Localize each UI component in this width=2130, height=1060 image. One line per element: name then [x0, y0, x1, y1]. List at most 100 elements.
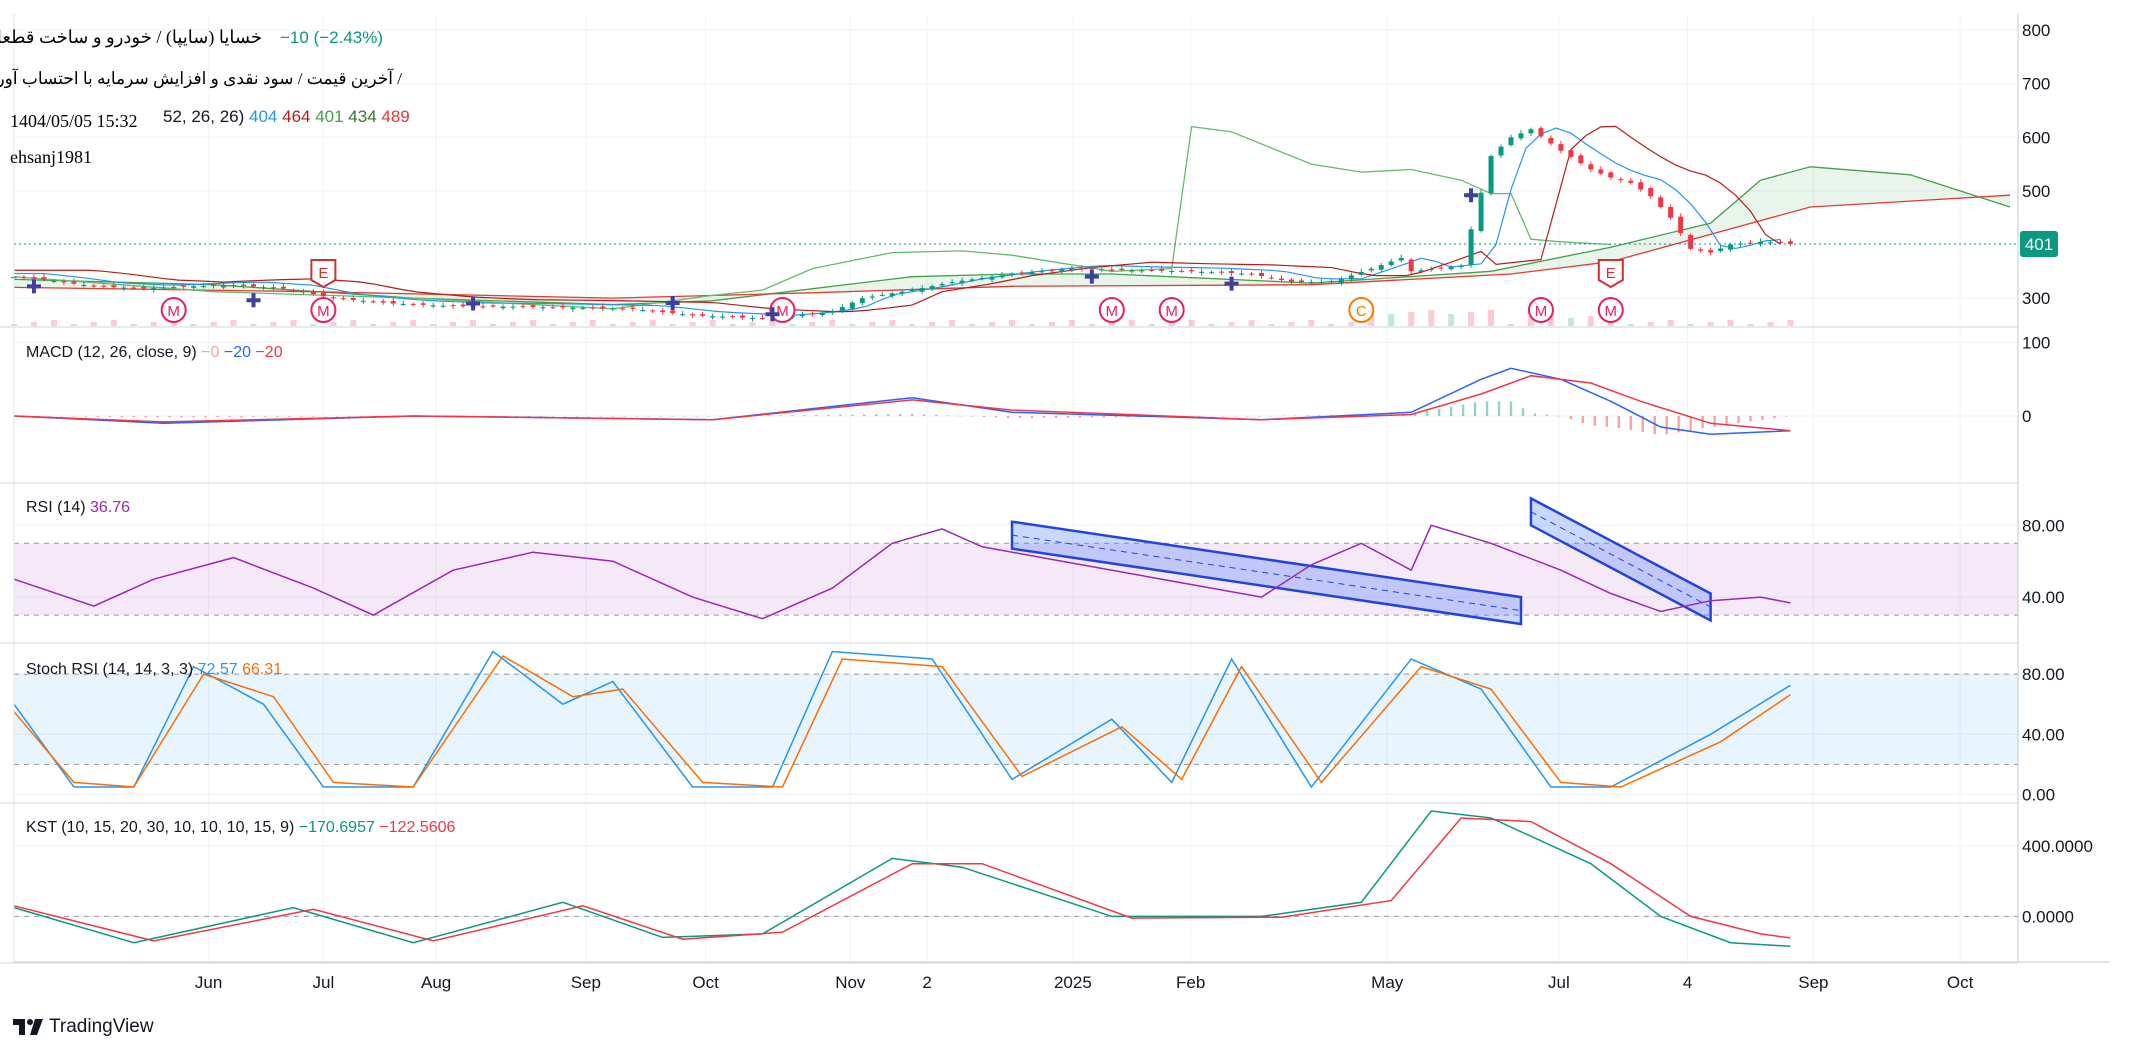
earnings-marker-label: E [1606, 265, 1616, 282]
volume-bar [450, 322, 457, 326]
candle-body [1119, 268, 1125, 270]
volume-bar [1727, 320, 1734, 326]
candle-body [430, 305, 436, 307]
macd-histogram-bar [719, 415, 722, 417]
volume-bar [1787, 320, 1794, 326]
candle-body [829, 311, 835, 313]
candle-body [1698, 249, 1704, 251]
volume-bar [1009, 320, 1015, 326]
macd-histogram-bar [180, 416, 183, 418]
candle-body [1288, 279, 1294, 283]
candle-body [999, 275, 1005, 278]
macd-histogram-bar [252, 416, 255, 417]
candle-body [1708, 250, 1714, 253]
price-change: −10 (−2.43%) [280, 28, 383, 47]
candle-body [1009, 274, 1015, 275]
legend-value: 72.57 [198, 661, 242, 678]
macd-histogram-bar [1078, 416, 1082, 418]
macd-histogram-bar [1557, 415, 1561, 417]
candle-body [1438, 267, 1444, 269]
macd-histogram-bar [839, 414, 842, 416]
volume-bar [1188, 320, 1195, 326]
candle-body [270, 287, 276, 289]
volume-bar [1468, 312, 1475, 326]
macd-histogram-bar [216, 416, 219, 418]
indicator-legend: RSI (14) 36.76 [26, 499, 130, 516]
candle-body [1129, 270, 1135, 272]
ichimoku-value: 404 [249, 107, 282, 126]
ichimoku-value: 464 [282, 107, 315, 126]
macd-histogram-bar [994, 416, 998, 418]
legend-value: −170.6957 [299, 819, 380, 836]
candle-body [1678, 216, 1684, 234]
macd-histogram-bar [1497, 401, 1501, 416]
macd-histogram-bar [336, 416, 339, 417]
candle-body [480, 306, 486, 308]
x-tick-label: Jul [1548, 973, 1570, 992]
candle-body [540, 307, 546, 309]
volume-bar [1687, 324, 1694, 326]
candle-body [1538, 128, 1544, 137]
macd-histogram-bar [539, 416, 543, 417]
volume-bar [1707, 322, 1714, 326]
candle-body [1219, 271, 1225, 273]
volume-bar [1248, 320, 1255, 326]
macd-histogram-bar [671, 416, 674, 417]
volume-bar [1627, 324, 1634, 326]
candle-body [1049, 270, 1055, 272]
x-tick-label: Jul [313, 973, 335, 992]
candle-body [41, 277, 47, 280]
volume-bar [290, 320, 297, 326]
legend-value: −122.5606 [379, 819, 455, 836]
volume-bar [549, 324, 556, 326]
candle-body [809, 313, 815, 315]
y-tick-label: 40.00 [2022, 725, 2065, 744]
volume-bar [1667, 320, 1674, 326]
candle-body [1558, 144, 1564, 151]
volume-bar [709, 320, 716, 326]
y-tick-label: 500 [2022, 182, 2050, 201]
macd-histogram-bar [1425, 410, 1429, 416]
candle-body [1318, 282, 1324, 284]
volume-bar [1288, 322, 1295, 326]
candle-body [290, 290, 296, 292]
candle-body [191, 286, 197, 288]
chart-subtitle: آخرین قیمت / سود نقدی و افزایش سرمایه با… [0, 67, 402, 89]
candle-body [1777, 241, 1783, 243]
macd-histogram-bar [611, 416, 614, 417]
marker-label: M [1535, 303, 1548, 320]
candle-body [969, 279, 975, 281]
candle-body [819, 312, 825, 316]
macd-histogram-bar [120, 416, 123, 418]
legend-value: −20 [255, 344, 282, 361]
candle-body [111, 285, 117, 288]
volume-bar [849, 324, 856, 326]
candle-body [1398, 257, 1404, 261]
macd-histogram-bar [1593, 416, 1597, 426]
candle-body [1019, 272, 1025, 274]
macd-histogram-bar [1761, 416, 1764, 420]
volume-bar [1508, 324, 1514, 326]
macd-histogram-bar [1521, 408, 1525, 416]
candle-body [1268, 277, 1274, 279]
macd-histogram-bar [48, 416, 52, 417]
volume-bar [609, 324, 616, 326]
tradingview-logo[interactable]: TradingView [13, 1016, 154, 1038]
candle-body [490, 305, 496, 307]
candle-body [1638, 182, 1644, 190]
candle-body [919, 288, 925, 292]
marker-label: M [776, 303, 789, 320]
legend-value: −20 [224, 344, 256, 361]
x-tick-label: Aug [421, 973, 451, 992]
candle-body [869, 296, 875, 298]
candle-body [1388, 261, 1394, 266]
volume-bar [1028, 324, 1035, 326]
ichimoku-legend: 52, 26, 26) 404 464 401 434 489 [163, 107, 410, 126]
x-tick-label: 2 [922, 973, 931, 992]
volume-bar [729, 324, 736, 326]
chart-area[interactable]: M M E M M M C M M E Jun Jul Aug Sep Oct Nov 2 2025 Feb May… [0, 0, 2130, 1055]
macd-histogram-bar [312, 416, 315, 417]
candle-body [81, 284, 87, 286]
chart-canvas[interactable]: M M E M M M C M M E Jun Jul Aug Sep Oct Nov 2 2025 Feb May… [0, 0, 2130, 1055]
candle-body [300, 290, 306, 293]
